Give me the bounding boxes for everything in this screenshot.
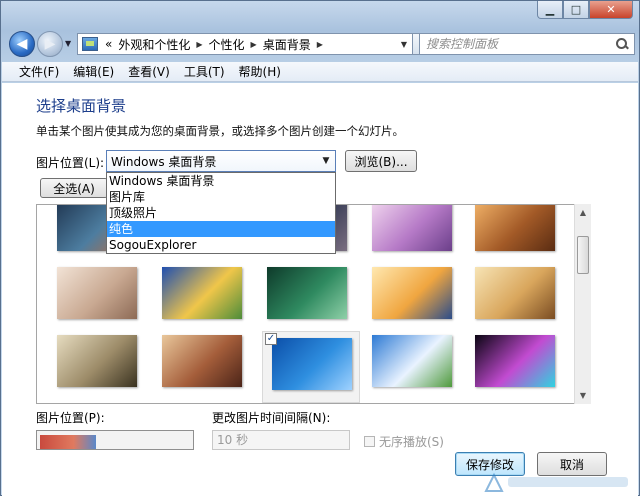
chevron-right-icon[interactable]: ▶ [248,40,260,49]
wheat-field-thumbnail[interactable] [475,267,555,319]
search-input[interactable] [426,37,606,51]
picture-position-label: 图片位置(P): [36,411,105,425]
interval-combo[interactable]: 10 秒 [212,430,350,450]
shuffle-label: 无序播放(S) [379,435,444,449]
address-bar[interactable]: « 外观和个性化 ▶ 个性化 ▶ 桌面背景 ▶ ▼ [77,33,413,55]
blue-sky-thumbnail[interactable] [372,335,452,387]
control-panel-icon [82,37,98,51]
menu-view[interactable]: 查看(V) [121,63,177,80]
rocks-sea-thumbnail[interactable] [372,267,452,319]
address-dropdown-icon[interactable]: ▼ [396,40,412,49]
scroll-up-icon[interactable]: ▲ [575,204,591,221]
caption-buttons: ▁ □ ✕ [537,1,633,19]
menu-help[interactable]: 帮助(H) [232,63,288,80]
breadcrumb-overflow[interactable]: « [102,37,115,51]
thumbnail-checkbox[interactable]: ✓ [265,333,277,345]
location-option-solid-colors[interactable]: 纯色 [107,221,335,237]
gallery-scrollbar[interactable]: ▲ ▼ [574,204,591,404]
content-pane: 选择桌面背景 单击某个图片使其成为您的桌面背景，或选择多个图片创建一个幻灯片。 … [2,83,638,496]
minimize-button[interactable]: ▁ [537,1,563,19]
position-preview [40,435,96,449]
search-icon[interactable] [616,38,628,50]
chevron-right-icon[interactable]: ▶ [193,40,205,49]
page-title: 选择桌面背景 [36,97,127,115]
windows7-logo-thumbnail[interactable] [272,338,352,390]
back-arrow-icon: ◀ [16,36,28,52]
kitten-thumbnail[interactable] [57,267,137,319]
shuffle-checkbox[interactable] [364,436,375,447]
back-button[interactable]: ◀ [9,31,35,57]
picture-location-combo[interactable]: Windows 桌面背景 ▼ [106,150,336,172]
menu-edit[interactable]: 编辑(E) [66,63,121,80]
select-all-button[interactable]: 全选(A) [40,178,108,198]
page-description: 单击某个图片使其成为您的桌面背景，或选择多个图片创建一个幻灯片。 [36,124,404,138]
watermark-logo [484,472,628,492]
bokeh-purple-thumbnail[interactable] [372,205,452,251]
bird-sketch-thumbnail[interactable] [57,335,137,387]
location-option-top-rated[interactable]: 顶级照片 [107,205,335,221]
window-frame: ▁ □ ✕ ◀ ▶ ▼ « 外观和个性化 ▶ 个性化 ▶ 桌面背景 ▶ ▼ ↻ … [0,0,640,496]
neon-circle-thumbnail[interactable] [475,335,555,387]
sunset-field-thumbnail[interactable] [162,267,242,319]
scroll-down-icon[interactable]: ▼ [575,387,591,404]
close-button[interactable]: ✕ [589,1,633,19]
picture-location-value: Windows 桌面背景 [111,154,217,169]
maximize-button[interactable]: □ [563,1,589,19]
picture-location-dropdown: Windows 桌面背景 图片库 顶级照片 纯色 SogouExplorer [106,172,336,254]
browse-button[interactable]: 浏览(B)... [345,150,417,172]
girl-portrait-thumbnail[interactable] [162,335,242,387]
breadcrumb-appearance[interactable]: 外观和个性化 [115,36,193,53]
picture-location-label: 图片位置(L): [36,156,105,170]
location-option-pictures-library[interactable]: 图片库 [107,189,335,205]
menu-file[interactable]: 文件(F) [12,63,66,80]
green-grass-thumbnail[interactable] [267,267,347,319]
menu-tools[interactable]: 工具(T) [177,63,232,80]
grass-sunset-thumbnail[interactable] [475,205,555,251]
location-option-sogouexplorer[interactable]: SogouExplorer [107,237,335,253]
chevron-right-icon[interactable]: ▶ [314,40,326,49]
navigation-row: ◀ ▶ ▼ « 外观和个性化 ▶ 个性化 ▶ 桌面背景 ▶ ▼ ↻ [9,31,635,59]
location-option-windows[interactable]: Windows 桌面背景 [107,173,335,189]
forward-button[interactable]: ▶ [37,31,63,57]
search-box[interactable] [419,33,635,55]
chevron-down-icon: ▼ [322,156,330,166]
scrollbar-thumb[interactable] [577,236,589,274]
menu-bar: 文件(F) 编辑(E) 查看(V) 工具(T) 帮助(H) [2,62,638,82]
interval-label: 更改图片时间间隔(N): [212,411,331,425]
recent-pages-chevron-icon[interactable]: ▼ [65,39,71,48]
breadcrumb-personalization[interactable]: 个性化 [206,36,248,53]
breadcrumb-desktop-background[interactable]: 桌面背景 [260,36,314,53]
picture-position-combo[interactable] [36,430,194,450]
forward-arrow-icon: ▶ [44,36,56,52]
shuffle-option[interactable]: 无序播放(S) [364,433,444,450]
